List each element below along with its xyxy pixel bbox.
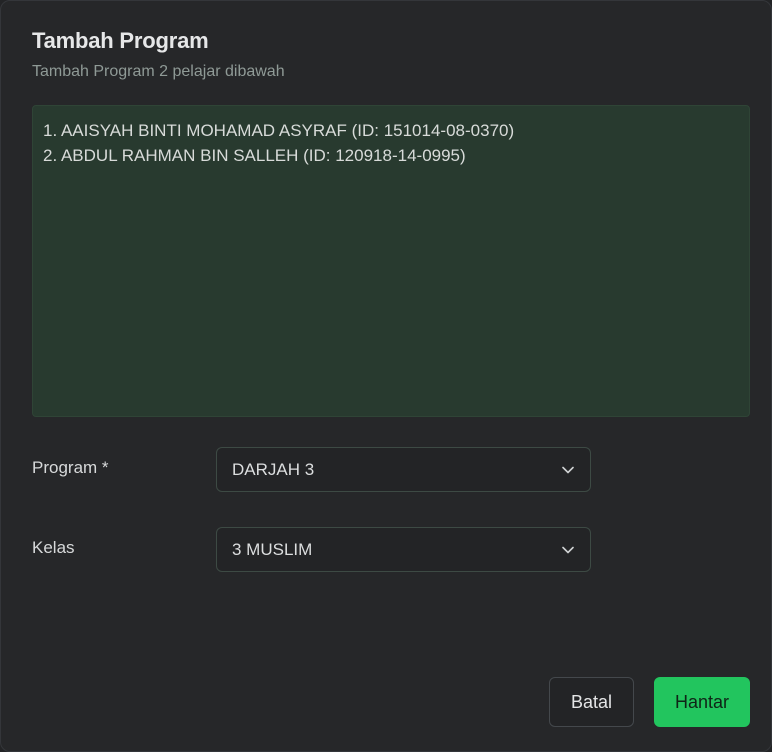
submit-button[interactable]: Hantar bbox=[654, 677, 750, 727]
student-item: 2. ABDUL RAHMAN BIN SALLEH (ID: 120918-1… bbox=[43, 146, 466, 165]
kelas-select[interactable]: 3 MUSLIM bbox=[216, 527, 591, 572]
program-label: Program * bbox=[32, 458, 109, 477]
cancel-button[interactable]: Batal bbox=[549, 677, 634, 727]
selected-students-box: 1. AAISYAH BINTI MOHAMAD ASYRAF (ID: 151… bbox=[32, 105, 750, 417]
kelas-select-value: 3 MUSLIM bbox=[232, 539, 313, 559]
dialog-title: Tambah Program bbox=[32, 28, 209, 53]
student-item: 1. AAISYAH BINTI MOHAMAD ASYRAF (ID: 151… bbox=[43, 121, 515, 140]
dialog-subtitle: Tambah Program 2 pelajar dibawah bbox=[32, 63, 285, 80]
kelas-label: Kelas bbox=[32, 538, 75, 557]
add-program-dialog: Tambah Program Tambah Program 2 pelajar … bbox=[0, 0, 772, 752]
program-select[interactable]: DARJAH 3 bbox=[216, 447, 591, 492]
chevron-down-icon bbox=[561, 463, 575, 477]
program-select-value: DARJAH 3 bbox=[232, 459, 315, 479]
chevron-down-icon bbox=[561, 543, 575, 557]
